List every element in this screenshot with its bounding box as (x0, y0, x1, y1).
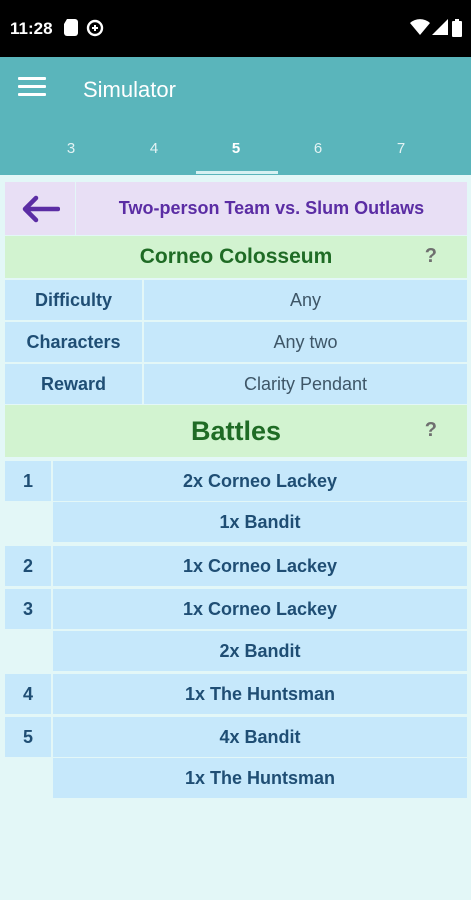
battles-help-button[interactable]: ? (425, 419, 437, 442)
page-title: Two-person Team vs. Slum Outlaws (76, 182, 467, 235)
characters-label: Characters (5, 322, 142, 362)
tab-3[interactable]: 3 (36, 137, 106, 175)
difficulty-label: Difficulty (5, 280, 142, 320)
active-tab-indicator (196, 171, 278, 174)
battle-enemy: 1x Corneo Lackey (53, 589, 467, 629)
battle-enemy: 1x The Huntsman (53, 674, 467, 714)
battle-number: 3 (5, 589, 51, 629)
battle-number: 4 (5, 674, 51, 714)
reward-label: Reward (5, 364, 142, 404)
location-name: Corneo Colosseum (139, 245, 333, 268)
battle-enemy: 1x Bandit (53, 502, 467, 542)
location-header: Corneo Colosseum ? (5, 236, 467, 278)
signal-icon (432, 19, 448, 40)
battles-title: Battles (190, 415, 282, 446)
status-bar: 11:28 (0, 0, 471, 57)
tab-6[interactable]: 6 (283, 137, 353, 175)
status-time: 11:28 (10, 19, 53, 38)
difficulty-value: Any (144, 280, 467, 320)
battery-icon (452, 19, 462, 42)
battle-enemy: 4x Bandit (53, 717, 467, 757)
reward-value: Clarity Pendant (144, 364, 467, 404)
location-help-button[interactable]: ? (425, 245, 437, 268)
menu-icon[interactable] (18, 77, 46, 101)
battle-enemy: 1x Corneo Lackey (53, 546, 467, 586)
wifi-icon (410, 19, 430, 40)
battle-number: 1 (5, 461, 51, 501)
battle-enemy: 1x The Huntsman (53, 758, 467, 798)
battle-enemy: 2x Bandit (53, 631, 467, 671)
app-bar: Simulator 3 4 5 6 7 (0, 57, 471, 175)
battle-number: 2 (5, 546, 51, 586)
characters-value: Any two (144, 322, 467, 362)
tab-bar: 3 4 5 6 7 (0, 137, 471, 175)
back-arrow-icon (22, 195, 60, 222)
data-saver-icon (86, 19, 104, 42)
battle-enemy: 2x Corneo Lackey (53, 461, 467, 501)
sd-card-icon (64, 19, 78, 41)
battles-header: Battles ? (5, 405, 467, 457)
tab-4[interactable]: 4 (119, 137, 189, 175)
back-button[interactable] (5, 182, 75, 235)
battle-number: 5 (5, 717, 51, 757)
app-title: Simulator (83, 77, 176, 102)
tab-5[interactable]: 5 (201, 137, 271, 175)
tab-7[interactable]: 7 (366, 137, 436, 175)
